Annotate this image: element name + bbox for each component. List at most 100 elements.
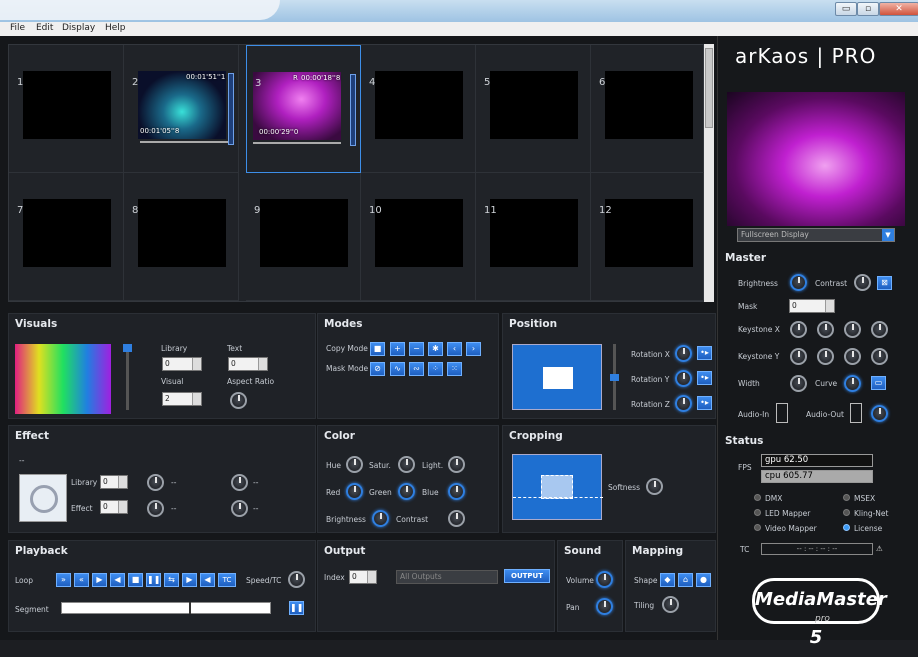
output-button[interactable]: OUTPUT bbox=[504, 569, 550, 583]
grid-scrollbar[interactable] bbox=[704, 44, 714, 302]
stop-icon[interactable]: ■ bbox=[128, 573, 143, 587]
visual-preview[interactable] bbox=[15, 344, 111, 414]
visual-spinner[interactable]: 2 bbox=[162, 392, 202, 406]
copy-mode-plus-icon[interactable]: + bbox=[390, 342, 405, 356]
segment-pause-icon[interactable]: ❚❚ bbox=[289, 601, 304, 615]
copy-mode-star-icon[interactable]: ✱ bbox=[428, 342, 443, 356]
position-box[interactable] bbox=[543, 367, 573, 389]
speed-knob[interactable] bbox=[288, 571, 305, 588]
pan-knob[interactable] bbox=[596, 598, 613, 615]
position-slider-handle[interactable] bbox=[610, 374, 619, 381]
audio-out-knob[interactable] bbox=[871, 405, 888, 422]
keystone-x-knob-2[interactable] bbox=[817, 321, 834, 338]
effect-param-knob-4[interactable] bbox=[231, 500, 248, 517]
clip-cell-4[interactable]: 4 bbox=[361, 45, 476, 173]
clip-cell-2[interactable]: 2 00:01'51''1 00:01'05''8 bbox=[124, 45, 239, 173]
rotation-y-knob[interactable] bbox=[675, 370, 692, 387]
green-knob[interactable] bbox=[398, 483, 415, 500]
effect-param-knob-3[interactable] bbox=[147, 500, 164, 517]
keystone-x-knob-3[interactable] bbox=[844, 321, 861, 338]
menu-help[interactable]: Help bbox=[105, 23, 126, 33]
shape-house-icon[interactable]: ⌂ bbox=[678, 573, 693, 587]
clip-cell-10[interactable]: 10 bbox=[361, 173, 476, 301]
master-contrast-knob[interactable] bbox=[854, 274, 871, 291]
segment-bar[interactable] bbox=[61, 602, 271, 614]
aspect-ratio-knob[interactable] bbox=[230, 392, 247, 409]
shape-diamond-icon[interactable]: ◆ bbox=[660, 573, 675, 587]
rotation-x-toggle-icon[interactable]: •▸ bbox=[697, 346, 712, 360]
scrollbar-thumb[interactable] bbox=[705, 48, 713, 128]
mask-wave2-icon[interactable]: ∾ bbox=[409, 362, 424, 376]
mask-wave-icon[interactable]: ∿ bbox=[390, 362, 405, 376]
mask-dots-icon[interactable]: ⁘ bbox=[428, 362, 443, 376]
menu-display[interactable]: Display bbox=[62, 23, 95, 33]
shape-circle-icon[interactable]: ● bbox=[696, 573, 711, 587]
cropping-grid[interactable] bbox=[512, 454, 603, 520]
copy-mode-right-icon[interactable]: › bbox=[466, 342, 481, 356]
hue-knob[interactable] bbox=[346, 456, 363, 473]
saturation-knob[interactable] bbox=[398, 456, 415, 473]
blue-knob[interactable] bbox=[448, 483, 465, 500]
keystone-x-knob-1[interactable] bbox=[790, 321, 807, 338]
curve-knob[interactable] bbox=[844, 375, 861, 392]
effect-library-spinner[interactable]: 0 bbox=[100, 475, 128, 489]
maximize-button[interactable]: ▫ bbox=[857, 2, 879, 16]
position-grid[interactable] bbox=[512, 344, 602, 410]
effect-param-knob-2[interactable] bbox=[231, 474, 248, 491]
clip-cell-11[interactable]: 11 bbox=[476, 173, 591, 301]
effect-effect-spinner[interactable]: 0 bbox=[100, 500, 128, 514]
clip-cell-12[interactable]: 12 bbox=[591, 173, 706, 301]
color-brightness-knob[interactable] bbox=[372, 510, 389, 527]
output-select[interactable]: All Outputs bbox=[396, 570, 498, 584]
softness-knob[interactable] bbox=[646, 478, 663, 495]
step-forward-icon[interactable]: ▶ bbox=[182, 573, 197, 587]
clip-cell-7[interactable]: 7 bbox=[9, 173, 124, 301]
keystone-x-knob-4[interactable] bbox=[871, 321, 888, 338]
library-spinner[interactable]: 0 bbox=[162, 357, 202, 371]
red-knob[interactable] bbox=[346, 483, 363, 500]
clip-cell-9[interactable]: 9 bbox=[246, 173, 361, 301]
width-knob[interactable] bbox=[790, 375, 807, 392]
keystone-y-knob-2[interactable] bbox=[817, 348, 834, 365]
effect-preview[interactable] bbox=[19, 474, 67, 522]
master-reset-icon[interactable]: ⊠ bbox=[877, 276, 892, 290]
minimize-button[interactable]: ▭ bbox=[835, 2, 857, 16]
bounce-icon[interactable]: ⇆ bbox=[164, 573, 179, 587]
effect-param-knob-1[interactable] bbox=[147, 474, 164, 491]
visual-slider-handle[interactable] bbox=[123, 344, 132, 352]
clip-cell-3[interactable]: 3 R 00:00'18''8 00:00'29''0 bbox=[246, 45, 361, 173]
segment-marker[interactable] bbox=[189, 602, 191, 614]
copy-mode-left-icon[interactable]: ‹ bbox=[447, 342, 462, 356]
rewind-icon[interactable]: « bbox=[74, 573, 89, 587]
keystone-y-knob-4[interactable] bbox=[871, 348, 888, 365]
rotation-y-toggle-icon[interactable]: •▸ bbox=[697, 371, 712, 385]
copy-mode-minus-icon[interactable]: − bbox=[409, 342, 424, 356]
rotation-x-knob[interactable] bbox=[675, 345, 692, 362]
keystone-y-knob-3[interactable] bbox=[844, 348, 861, 365]
rotation-z-toggle-icon[interactable]: •▸ bbox=[697, 396, 712, 410]
step-back-icon[interactable]: ◀ bbox=[110, 573, 125, 587]
color-contrast-knob[interactable] bbox=[448, 510, 465, 527]
mask-none-icon[interactable]: ⊘ bbox=[370, 362, 385, 376]
clip-cell-1[interactable]: 1 bbox=[9, 45, 124, 173]
text-spinner[interactable]: 0 bbox=[228, 357, 268, 371]
master-mask-spinner[interactable]: 0 bbox=[789, 299, 835, 313]
keystone-y-knob-1[interactable] bbox=[790, 348, 807, 365]
copy-mode-square-icon[interactable]: ■ bbox=[370, 342, 385, 356]
curve-mode-icon[interactable]: ▭ bbox=[871, 376, 886, 390]
clip-cell-8[interactable]: 8 bbox=[124, 173, 239, 301]
rotation-z-knob[interactable] bbox=[675, 395, 692, 412]
menu-edit[interactable]: Edit bbox=[36, 23, 53, 33]
clip-cell-6[interactable]: 6 bbox=[591, 45, 706, 173]
tc-button[interactable]: TC bbox=[218, 573, 236, 587]
play-icon[interactable]: ▶ bbox=[92, 573, 107, 587]
index-spinner[interactable]: 0 bbox=[349, 570, 377, 584]
mask-grid-icon[interactable]: ⁙ bbox=[447, 362, 462, 376]
menu-file[interactable]: File bbox=[10, 23, 25, 33]
pause-icon[interactable]: ❚❚ bbox=[146, 573, 161, 587]
chevron-down-icon[interactable]: ▼ bbox=[882, 229, 894, 241]
close-button[interactable]: ✕ bbox=[879, 2, 918, 16]
master-brightness-knob[interactable] bbox=[790, 274, 807, 291]
light-knob[interactable] bbox=[448, 456, 465, 473]
visual-slider-track[interactable] bbox=[126, 344, 129, 410]
